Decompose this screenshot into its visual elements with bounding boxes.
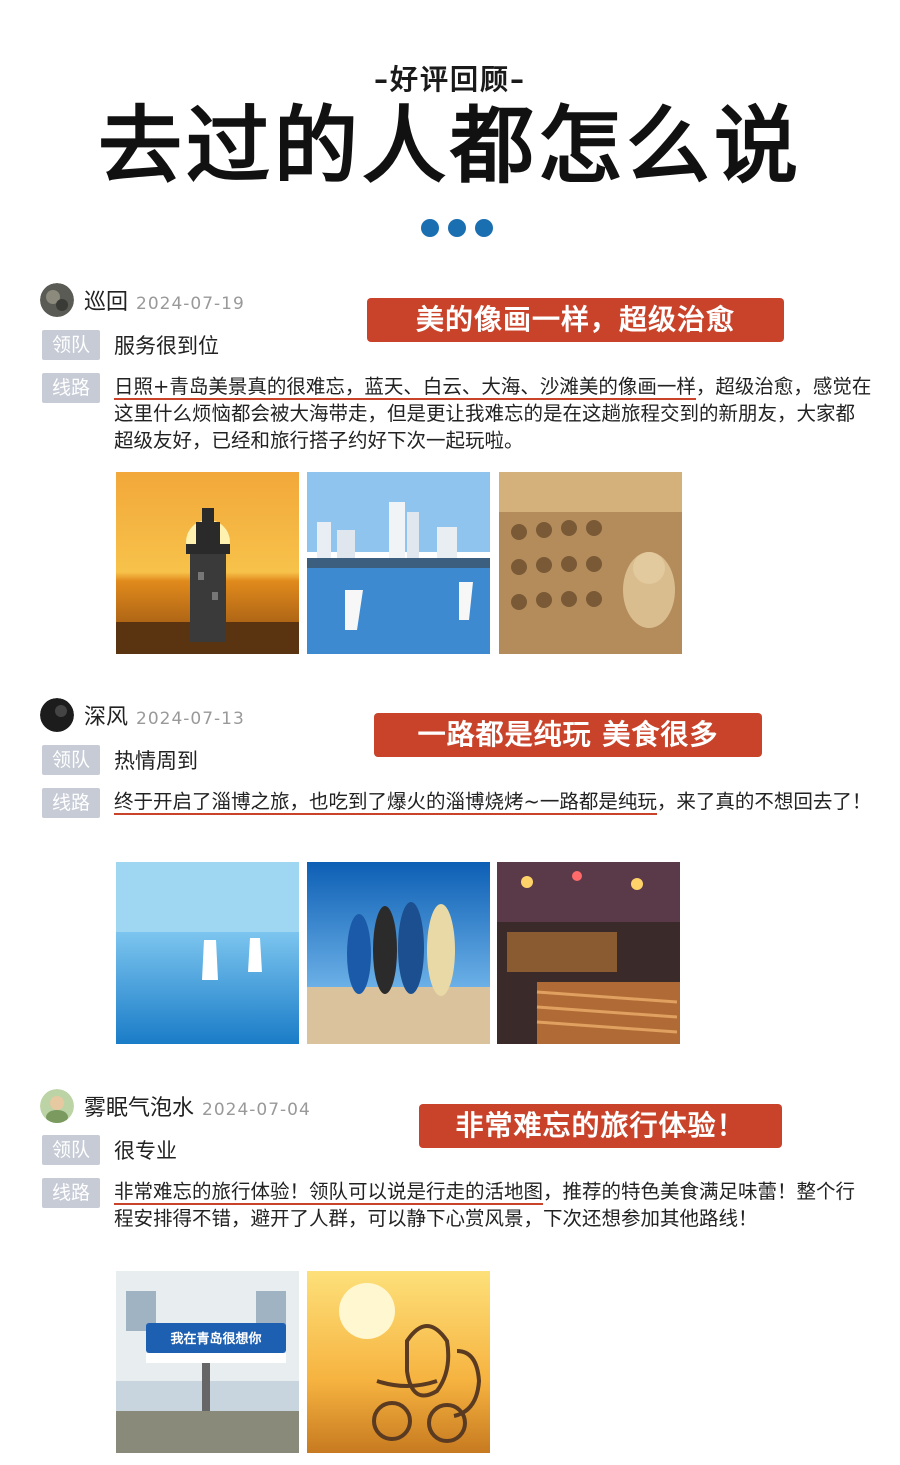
reviewer-name[interactable]: 深风 2024-07-13 (84, 699, 245, 731)
review-tagline: 一路都是纯玩 美食很多 (374, 713, 762, 757)
reviewer-name[interactable]: 巡回 2024-07-19 (84, 284, 245, 316)
page-title: 去过的人都怎么说 (97, 96, 802, 195)
photo-couple-sculpture-sunset[interactable] (307, 1271, 490, 1453)
page-header: –好评回顾– 去过的人都怎么说 (0, 0, 900, 250)
leader-label: 领队 (42, 1135, 100, 1165)
street-sign-text: 我在青岛很想你 (170, 1331, 261, 1347)
photo-qingdao-street-sign[interactable]: 我在青岛很想你 (116, 1271, 299, 1453)
avatar[interactable] (40, 283, 74, 317)
dot-icon (421, 219, 439, 237)
review-date: 2024-07-13 (136, 709, 245, 729)
dot-icon (448, 219, 466, 237)
review-date: 2024-07-04 (202, 1100, 311, 1120)
photo-lighthouse-sunset[interactable] (116, 472, 299, 654)
route-label: 线路 (42, 788, 100, 818)
leader-comment: 很专业 (114, 1139, 177, 1163)
photo-surfboards-beach[interactable] (307, 862, 490, 1044)
avatar[interactable] (40, 1089, 74, 1123)
leader-comment: 服务很到位 (114, 334, 219, 358)
dot-icon (475, 219, 493, 237)
reviewer-name[interactable]: 雾眠气泡水 2024-07-04 (84, 1090, 311, 1122)
route-highlight: 日照+青岛美景真的很难忘，蓝天、白云、大海、沙滩美的像画一样 (114, 375, 696, 400)
route-label: 线路 (42, 373, 100, 403)
route-highlight: 非常难忘的旅行体验！领队可以说是行走的活地图 (114, 1180, 544, 1205)
review-tagline: 非常难忘的旅行体验！ (419, 1104, 782, 1148)
route-label: 线路 (42, 1178, 100, 1208)
decorative-dots (421, 219, 493, 237)
avatar[interactable] (40, 698, 74, 732)
leader-comment: 热情周到 (114, 749, 198, 773)
photo-sailboats-sea[interactable] (116, 862, 299, 1044)
page-subtitle: –好评回顾– (373, 63, 526, 96)
photo-stone-buddha-carvings[interactable] (499, 472, 682, 654)
photo-sailboats-city[interactable] (307, 472, 490, 654)
route-highlight: 终于开启了淄博之旅，也吃到了爆火的淄博烧烤~一路都是纯玩 (114, 790, 657, 815)
photo-bbq-street-food[interactable] (497, 862, 680, 1044)
leader-label: 领队 (42, 330, 100, 360)
leader-label: 领队 (42, 745, 100, 775)
review-date: 2024-07-19 (136, 294, 245, 314)
route-comment: 非常难忘的旅行体验！领队可以说是行走的活地图，推荐的特色美食满足味蕾！整个行程安… (114, 1180, 856, 1230)
route-comment: 日照+青岛美景真的很难忘，蓝天、白云、大海、沙滩美的像画一样，超级治愈，感觉在这… (114, 375, 872, 452)
route-comment: 终于开启了淄博之旅，也吃到了爆火的淄博烧烤~一路都是纯玩，来了真的不想回去了！ (114, 790, 872, 815)
review-tagline: 美的像画一样，超级治愈 (367, 298, 784, 342)
